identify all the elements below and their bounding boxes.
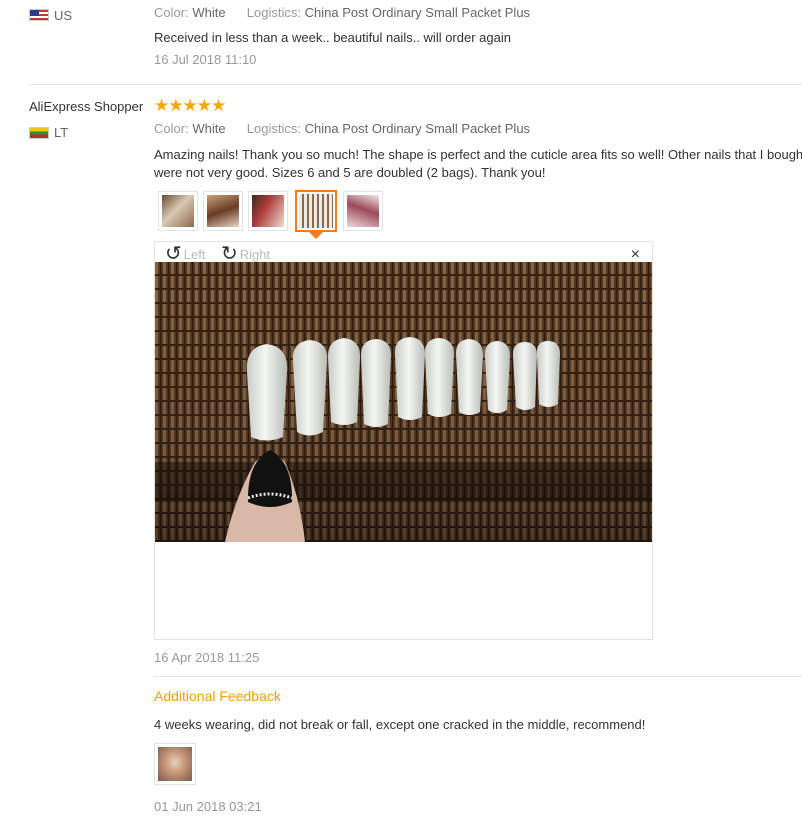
order-info: Color: White Logistics: China Post Ordin…: [154, 5, 530, 20]
review-date: 16 Jul 2018 11:10: [154, 52, 257, 67]
color-value: White: [192, 5, 226, 20]
logistics-value: China Post Ordinary Small Packet Plus: [304, 5, 531, 20]
color-label: Color:: [154, 5, 189, 20]
order-info: Color: White Logistics: China Post Ordin…: [154, 121, 530, 136]
rotate-right-button[interactable]: ↻ Right: [221, 244, 270, 264]
rotate-left-icon: ↺: [165, 243, 182, 265]
rotate-right-label: Right: [239, 246, 271, 262]
country-code: LT: [54, 125, 69, 140]
us-flag-icon: [29, 9, 49, 21]
color-value: White: [192, 121, 226, 136]
review-photo-thumb[interactable]: [343, 191, 383, 231]
star-rating: ★★★★★: [154, 96, 226, 115]
review-date: 16 Apr 2018 11:25: [154, 650, 260, 665]
country-code: US: [54, 8, 73, 23]
additional-feedback-text: 4 weeks wearing, did not break or fall, …: [154, 717, 646, 732]
logistics-value: China Post Ordinary Small Packet Plus: [304, 121, 531, 136]
review-photo-thumb[interactable]: [248, 191, 288, 231]
additional-feedback-title: Additional Feedback: [154, 688, 281, 704]
logistics-label: Logistics:: [246, 5, 301, 20]
lt-flag-icon: [29, 127, 49, 139]
rotate-right-icon: ↻: [221, 243, 238, 265]
review-text-line-2: were not very good. Sizes 6 and 5 are do…: [154, 165, 546, 180]
review-photo-thumb-active[interactable]: [295, 190, 337, 232]
feedback-photo-thumb[interactable]: [154, 743, 196, 785]
rotate-left-label: Left: [183, 246, 206, 262]
review-text: Received in less than a week.. beautiful…: [154, 30, 511, 45]
image-viewer: ↺ Left ↻ Right ×: [154, 241, 653, 640]
review-text-line-1: Amazing nails! Thank you so much! The sh…: [154, 147, 802, 162]
color-label: Color:: [154, 121, 189, 136]
review-photo-large: [155, 262, 652, 542]
review-photo-thumb[interactable]: [203, 191, 243, 231]
rotate-left-button[interactable]: ↺ Left: [165, 244, 205, 264]
active-thumb-pointer: [309, 232, 323, 239]
reviewer-name[interactable]: AliExpress Shopper: [29, 99, 143, 114]
feedback-date: 01 Jun 2018 03:21: [154, 799, 262, 814]
logistics-label: Logistics:: [246, 121, 301, 136]
review-photo-thumb[interactable]: [158, 191, 198, 231]
review-divider: [29, 84, 802, 85]
feedback-divider: [154, 676, 802, 677]
